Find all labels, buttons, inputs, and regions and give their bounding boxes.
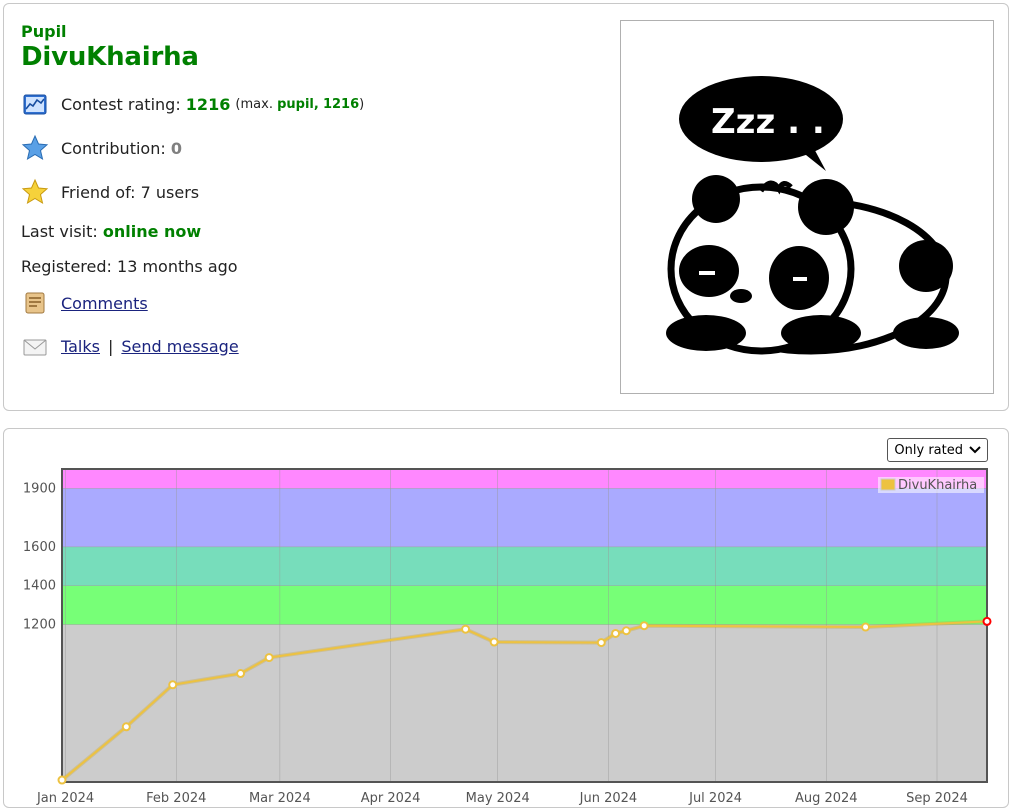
rating-chart-icon [21,90,49,118]
rating-point [236,669,246,679]
comments-link[interactable]: Comments [61,294,148,313]
rating-band-2 [62,546,987,586]
y-tick-label: 1600 [23,540,56,555]
rating-point [596,638,606,648]
rating-point [621,626,631,636]
rating-chart: Jan 2024 Feb 2024 Mar 2024 Apr 2024 May 2024… [23,468,992,806]
x-tick-label: Apr 2024 [361,791,421,806]
rating-band-0 [62,624,987,782]
rating-point [168,680,178,690]
rating-point [489,637,499,647]
last-visit-value: online now [102,222,202,241]
rating-graph-card: Only rated Jan 2024 Feb 2024 Mar 2024 Apr 2… [3,428,1009,808]
y-tick-label: 1400 [23,579,56,594]
user-handle[interactable]: DivuKhairha [21,42,199,72]
contribution-label: Contribution: [61,138,166,158]
profile-card: Pupil DivuKhairha Contest rating: 1216 (… [3,3,1009,411]
legend-label: DivuKhairha [898,478,977,493]
rating-point [639,621,649,631]
contest-rating-row: Contest rating: 1216 (max. pupil, 1216) [21,90,364,118]
send-message-link[interactable]: Send message [121,337,238,356]
rating-point [57,775,67,785]
comments-icon [21,289,49,317]
x-tick-label: Mar 2024 [249,791,311,806]
x-tick-label: May 2024 [466,791,530,806]
bubble-text: Zzz . . [711,102,825,142]
x-tick-label: Feb 2024 [146,791,206,806]
y-tick-label: 1900 [23,481,56,496]
registered-value: 13 months ago [117,257,238,276]
rating-band-3 [62,488,987,547]
comments-row: Comments [21,289,148,317]
envelope-icon [21,332,49,360]
x-tick-label: Jan 2024 [36,791,94,806]
contest-rating-label: Contest rating: [61,94,181,114]
last-visit-row: Last visit: online now [21,222,201,241]
last-visit-label: Last visit: [21,222,98,241]
star-blue-icon [21,134,49,162]
contribution-value: 0 [170,138,182,158]
x-tick-label: Sep 2024 [906,791,968,806]
x-tick-label: Jul 2024 [688,791,742,806]
star-yellow-icon [21,178,49,206]
contest-rating-max: (max. pupil, 1216) [235,96,365,112]
rating-band-4 [62,469,987,489]
friend-of-label: Friend of: [61,182,136,202]
user-rank: Pupil [21,22,67,41]
x-tick-label: Aug 2024 [795,791,858,806]
contest-rating-value: 1216 [185,94,231,114]
rating-point [611,628,621,638]
friend-of-value: 7 users [140,182,200,202]
rating-band-1 [62,585,987,625]
x-tick-label: Jun 2024 [579,791,638,806]
messages-row: Talks | Send message [21,332,239,360]
rating-point [982,616,992,626]
rating-point [861,622,871,632]
talks-link[interactable]: Talks [61,337,100,356]
registered-row: Registered: 13 months ago [21,257,238,276]
rating-point [264,653,274,663]
rating-point [121,722,131,732]
legend-swatch [880,478,896,491]
contribution-row: Contribution: 0 [21,134,182,162]
registered-label: Registered: [21,257,112,276]
friend-of-row: Friend of: 7 users [21,178,199,206]
user-avatar: Zzz . . [620,20,994,394]
rating-point [461,624,471,634]
link-separator: | [107,336,114,356]
y-tick-label: 1200 [23,618,56,633]
